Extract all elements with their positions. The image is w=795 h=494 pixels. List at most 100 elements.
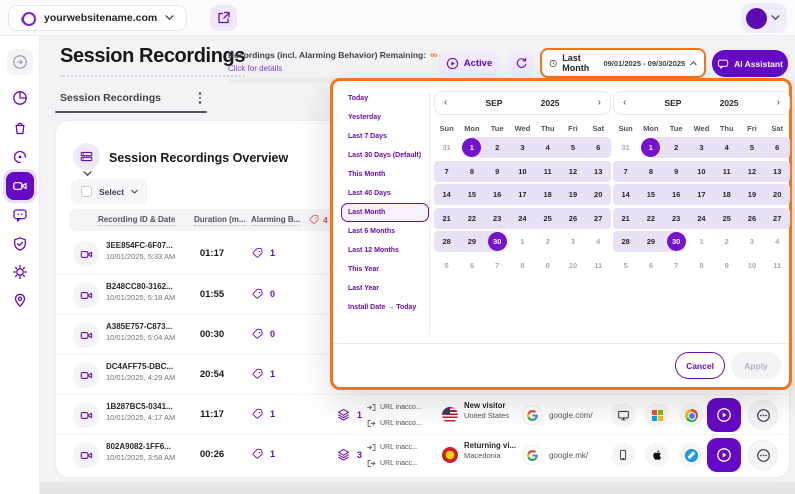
calendar-day[interactable]: 13	[586, 161, 611, 182]
picker-preset-last-40-days[interactable]: Last 40 Days	[341, 184, 429, 203]
sidebar-item-analytics[interactable]	[7, 85, 33, 111]
calendar-day[interactable]: 14	[434, 184, 459, 205]
calendar-day[interactable]: 23	[485, 208, 510, 229]
calendar-day[interactable]: 7	[434, 161, 459, 182]
calendar-day[interactable]: 6	[586, 137, 611, 158]
calendar-day[interactable]: 19	[739, 184, 764, 205]
picker-preset-last-month[interactable]: Last Month	[341, 203, 429, 222]
picker-preset-this-year[interactable]: This Year	[341, 260, 429, 279]
calendar-day[interactable]: 6	[459, 255, 484, 276]
calendar-day[interactable]: 22	[638, 208, 663, 229]
calendar-day[interactable]: 26	[739, 208, 764, 229]
calendar-day[interactable]: 14	[613, 184, 638, 205]
cancel-button[interactable]: Cancel	[675, 352, 725, 379]
calendar-day[interactable]: 18	[714, 184, 739, 205]
calendar-day[interactable]: 13	[765, 161, 790, 182]
picker-preset-last-12-months[interactable]: Last 12 Months	[341, 241, 429, 260]
calendar-day[interactable]: 9	[714, 255, 739, 276]
sidebar-item-feedback[interactable]	[7, 202, 33, 228]
calendar-day[interactable]: 8	[510, 255, 535, 276]
calendar-day[interactable]: 2	[664, 137, 689, 158]
calendar-day[interactable]: 7	[485, 255, 510, 276]
calendar-day[interactable]: 29	[459, 231, 484, 252]
calendar-day[interactable]: 8	[459, 161, 484, 182]
calendar-day[interactable]: 5	[560, 137, 585, 158]
calendar-day[interactable]: 30	[485, 231, 510, 252]
refresh-button[interactable]	[507, 50, 535, 77]
calendar-day[interactable]: 9	[664, 161, 689, 182]
calendar-day[interactable]: 6	[765, 137, 790, 158]
table-row[interactable]: 1B287BC5-0341...10/01/2025, 4:17 AM11:17…	[56, 394, 789, 434]
prev-month-button[interactable]: ‹	[623, 98, 626, 108]
calendar-day[interactable]: 29	[638, 231, 663, 252]
column-recording-id[interactable]: Recording ID & Date	[98, 215, 175, 226]
calendar-day[interactable]: 8	[689, 255, 714, 276]
calendar-day[interactable]: 10	[560, 255, 585, 276]
calendar-day[interactable]: 1	[510, 231, 535, 252]
calendar-day[interactable]: 2	[714, 231, 739, 252]
open-site-button[interactable]	[210, 5, 237, 31]
calendar-day[interactable]: 7	[664, 255, 689, 276]
calendar-day[interactable]: 10	[510, 161, 535, 182]
calendar-day[interactable]: 31	[434, 137, 459, 158]
next-month-button[interactable]: ›	[777, 98, 780, 108]
play-recording-button[interactable]	[707, 438, 741, 472]
calendar-day[interactable]: 25	[535, 208, 560, 229]
apply-button[interactable]: Apply	[731, 352, 781, 379]
calendar-day[interactable]: 1	[638, 137, 663, 158]
calendar-day[interactable]: 11	[765, 255, 790, 276]
picker-preset-yesterday[interactable]: Yesterday	[341, 108, 429, 127]
picker-preset-last-6-months[interactable]: Last 6 Months	[341, 222, 429, 241]
calendar-day[interactable]: 11	[714, 161, 739, 182]
sidebar-item-behavior[interactable]	[7, 144, 33, 170]
sidebar-item-privacy[interactable]	[7, 231, 33, 257]
calendar-day[interactable]: 26	[560, 208, 585, 229]
calendar-day[interactable]: 2	[485, 137, 510, 158]
select-dropdown[interactable]: Select	[71, 179, 148, 204]
calendar-day[interactable]: 5	[739, 137, 764, 158]
calendar-day[interactable]: 10	[739, 255, 764, 276]
calendar-day[interactable]: 4	[586, 231, 611, 252]
calendar-day[interactable]: 27	[586, 208, 611, 229]
calendar-day[interactable]: 12	[739, 161, 764, 182]
row-more-button[interactable]	[748, 400, 778, 430]
calendar-day[interactable]: 9	[485, 161, 510, 182]
calendar-day[interactable]: 24	[689, 208, 714, 229]
calendar-day[interactable]: 5	[613, 255, 638, 276]
calendar-day[interactable]: 4	[714, 137, 739, 158]
calendar-day[interactable]: 18	[535, 184, 560, 205]
tab-menu-button[interactable]	[192, 90, 208, 106]
next-month-button[interactable]: ›	[598, 98, 601, 108]
calendar-day[interactable]: 15	[459, 184, 484, 205]
tab-session-recordings[interactable]: Session Recordings	[60, 92, 161, 104]
calendar-day[interactable]: 27	[765, 208, 790, 229]
table-row[interactable]: 802A9082-1FF6...10/01/2025, 3:58 AM00:26…	[56, 434, 789, 474]
sidebar-item-collapse[interactable]	[7, 49, 33, 75]
calendar-day[interactable]: 4	[765, 231, 790, 252]
calendar-day[interactable]: 10	[689, 161, 714, 182]
calendar-day[interactable]: 4	[535, 137, 560, 158]
calendar-day[interactable]: 20	[586, 184, 611, 205]
calendar-day[interactable]: 21	[434, 208, 459, 229]
calendar-day[interactable]: 1	[459, 137, 484, 158]
calendar-day[interactable]: 20	[765, 184, 790, 205]
calendar-day[interactable]: 28	[434, 231, 459, 252]
sidebar-item-settings[interactable]	[7, 259, 33, 285]
calendar-day[interactable]: 6	[638, 255, 663, 276]
picker-preset-this-month[interactable]: This Month	[341, 165, 429, 184]
play-recording-button[interactable]	[707, 398, 741, 432]
calendar-day[interactable]: 9	[535, 255, 560, 276]
picker-preset-last-30-days-default-[interactable]: Last 30 Days (Default)	[341, 146, 429, 165]
calendar-day[interactable]: 16	[664, 184, 689, 205]
calendar-day[interactable]: 30	[664, 231, 689, 252]
sidebar-item-session-recordings[interactable]	[3, 169, 37, 203]
row-more-button[interactable]	[748, 440, 778, 470]
picker-preset-last-7-days[interactable]: Last 7 Days	[341, 127, 429, 146]
calendar-day[interactable]: 21	[613, 208, 638, 229]
calendar-day[interactable]: 2	[535, 231, 560, 252]
prev-month-button[interactable]: ‹	[444, 98, 447, 108]
select-checkbox[interactable]	[81, 186, 92, 197]
picker-preset-last-year[interactable]: Last Year	[341, 279, 429, 298]
date-range-button[interactable]: Last Month 09/01/2025 - 09/30/2025	[540, 48, 706, 78]
calendar-day[interactable]: 17	[689, 184, 714, 205]
